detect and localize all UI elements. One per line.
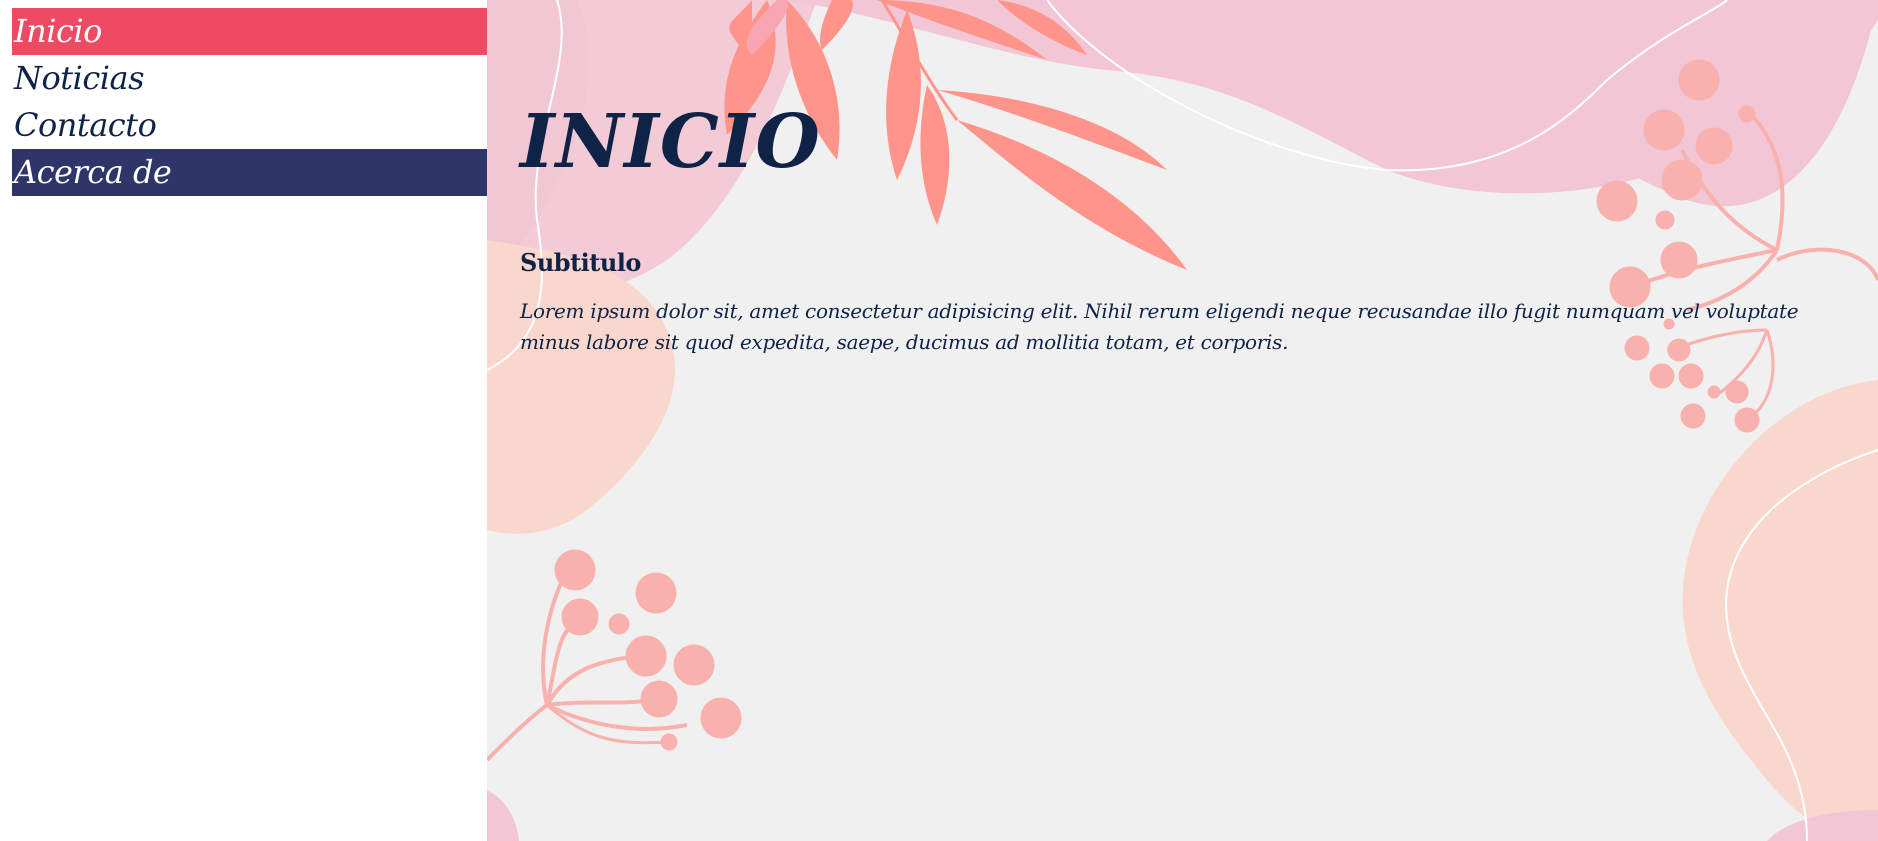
page: Inicio Noticias Contacto Acerca de INICI…: [0, 0, 1878, 841]
pink-blob: [487, 790, 519, 841]
main-content: INICIO Subtitulo Lorem ipsum dolor sit, …: [487, 0, 1878, 841]
content: INICIO Subtitulo Lorem ipsum dolor sit, …: [520, 92, 1850, 358]
subtitle: Subtitulo: [520, 248, 641, 277]
nav-item-inicio[interactable]: Inicio: [12, 8, 487, 55]
body-paragraph: Lorem ipsum dolor sit, amet consectetur …: [520, 299, 1799, 354]
sidebar: Inicio Noticias Contacto Acerca de: [0, 0, 487, 841]
nav-menu: Inicio Noticias Contacto Acerca de: [12, 8, 487, 196]
nav-item-noticias[interactable]: Noticias: [12, 55, 487, 102]
page-title: INICIO: [520, 99, 821, 185]
nav-item-acerca-de[interactable]: Acerca de: [12, 149, 487, 196]
nav-item-contacto[interactable]: Contacto: [12, 102, 487, 149]
peach-blob: [1682, 380, 1878, 841]
berry-sprig: [487, 549, 742, 762]
